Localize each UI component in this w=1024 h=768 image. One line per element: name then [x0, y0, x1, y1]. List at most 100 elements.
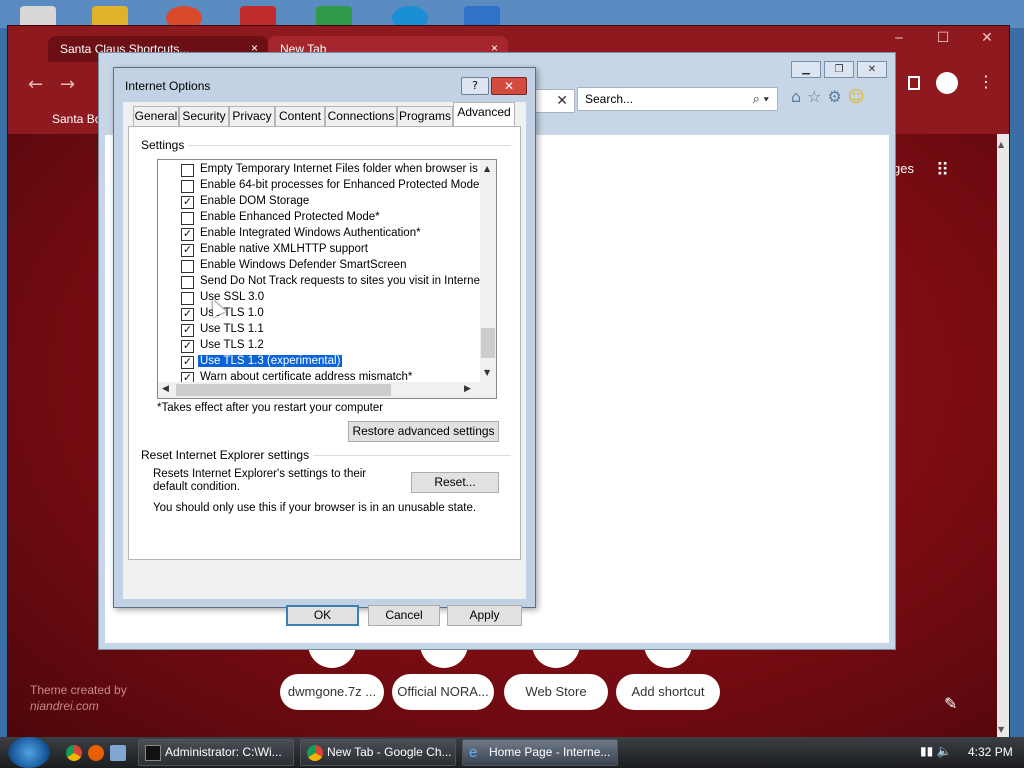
setting-checkbox[interactable]: ✓	[181, 196, 194, 209]
favorites-star-icon[interactable]: ☆	[807, 87, 827, 106]
setting-checkbox[interactable]	[181, 212, 194, 225]
minimize-button[interactable]: ▁	[791, 61, 821, 78]
home-icon[interactable]: ⌂	[791, 87, 807, 106]
taskbar-item-chrome[interactable]: New Tab - Google Ch...	[300, 739, 456, 766]
scroll-up-arrow-icon[interactable]: ▲	[998, 140, 1004, 149]
apply-button[interactable]: Apply	[447, 605, 522, 626]
forward-arrow-icon[interactable]: →	[60, 74, 75, 95]
taskbar: Administrator: C:\Wi... New Tab - Google…	[0, 737, 1024, 768]
theme-credit-author[interactable]: niandrei.com	[30, 698, 127, 714]
minimize-button[interactable]: ‒	[877, 30, 921, 46]
profile-avatar[interactable]	[936, 72, 958, 94]
address-clear-button[interactable]: ✕	[535, 89, 575, 113]
setting-row[interactable]: Enable 64-bit processes for Enhanced Pro…	[158, 178, 480, 194]
apps-grid-icon[interactable]: ⠿	[936, 160, 949, 181]
show-desktop-icon[interactable]	[110, 745, 126, 761]
scroll-right-arrow-icon[interactable]: ▶	[464, 384, 471, 394]
scroll-left-arrow-icon[interactable]: ◀	[162, 384, 169, 394]
pencil-icon[interactable]: ✎	[944, 694, 957, 713]
scroll-down-arrow-icon[interactable]: ▼	[484, 368, 490, 377]
reset-button[interactable]: Reset...	[411, 472, 499, 493]
setting-checkbox[interactable]	[181, 276, 194, 289]
setting-row[interactable]: ✓ Use TLS 1.3 (experimental)	[158, 354, 480, 370]
firefox-icon[interactable]	[88, 745, 104, 761]
setting-row[interactable]: ✓ Enable Integrated Windows Authenticatio…	[158, 226, 480, 242]
tab-general[interactable]: General	[133, 106, 179, 126]
setting-row[interactable]: Send Do Not Track requests to sites you …	[158, 274, 480, 290]
advanced-panel: Settings Empty Temporary Internet Files …	[128, 126, 521, 560]
search-input[interactable]: Search... ⌕ ▾	[577, 87, 778, 111]
tab-programs[interactable]: Programs	[397, 106, 453, 126]
ie-toolbar-icons: ⌂☆⚙☺	[791, 87, 871, 106]
setting-checkbox[interactable]: ✓	[181, 324, 194, 337]
setting-row[interactable]: Enable Enhanced Protected Mode*	[158, 210, 480, 226]
system-tray[interactable]: ▮▮ 🔈	[920, 744, 952, 758]
theme-credit: Theme created by niandrei.com	[30, 682, 127, 714]
chrome-icon[interactable]	[66, 745, 82, 761]
setting-row[interactable]: ✓ Enable DOM Storage	[158, 194, 480, 210]
setting-label: Use TLS 1.2	[200, 339, 264, 351]
shortcut-dwmgone[interactable]: dwmgone.7z ...	[280, 674, 384, 710]
setting-checkbox[interactable]: ✓	[181, 356, 194, 369]
setting-checkbox[interactable]	[181, 292, 194, 305]
cancel-button[interactable]: Cancel	[368, 605, 440, 626]
setting-checkbox[interactable]	[181, 180, 194, 193]
close-button[interactable]: ✕	[491, 77, 527, 95]
shortcut-web-store[interactable]: Web Store	[504, 674, 608, 710]
close-window-button[interactable]: ✕	[857, 61, 887, 78]
scrollbar-thumb[interactable]	[481, 328, 495, 358]
tab-privacy[interactable]: Privacy	[229, 106, 275, 126]
setting-label: Empty Temporary Internet Files folder wh…	[200, 163, 480, 175]
setting-row[interactable]: Empty Temporary Internet Files folder wh…	[158, 162, 480, 178]
scrollbar-thumb[interactable]	[176, 384, 391, 396]
maximize-button[interactable]: ☐	[921, 30, 965, 46]
setting-checkbox[interactable]: ✓	[181, 228, 194, 241]
shortcut-official-nora[interactable]: Official NORA...	[392, 674, 494, 710]
setting-row[interactable]: ✓ Use TLS 1.0	[158, 306, 480, 322]
start-button[interactable]	[8, 737, 50, 768]
maximize-button[interactable]: ❐	[824, 61, 854, 78]
setting-row[interactable]: Enable Windows Defender SmartScreen	[158, 258, 480, 274]
scroll-down-arrow-icon[interactable]: ▼	[998, 725, 1004, 734]
gear-icon[interactable]: ⚙	[828, 87, 848, 106]
images-link[interactable]: ges	[893, 161, 914, 176]
setting-row[interactable]: ✓ Enable native XMLHTTP support	[158, 242, 480, 258]
clock[interactable]: 4:32 PM	[968, 745, 1013, 759]
tab-content[interactable]: Content	[275, 106, 325, 126]
restore-advanced-settings-button[interactable]: Restore advanced settings	[348, 421, 499, 442]
setting-checkbox[interactable]: ✓	[181, 308, 194, 321]
internet-explorer-icon: e	[469, 744, 478, 761]
setting-row[interactable]: ✓ Use TLS 1.1	[158, 322, 480, 338]
menu-kebab-icon[interactable]: ⋮	[978, 72, 994, 91]
ok-button[interactable]: OK	[286, 605, 359, 626]
setting-checkbox[interactable]	[181, 260, 194, 273]
settings-group-label: Settings	[141, 138, 189, 152]
setting-checkbox[interactable]: ✓	[181, 340, 194, 353]
setting-checkbox[interactable]	[181, 164, 194, 177]
setting-label: Use TLS 1.1	[200, 323, 264, 335]
setting-label: Enable Enhanced Protected Mode*	[200, 211, 380, 223]
settings-horizontal-scrollbar[interactable]: ◀ ▶	[158, 382, 480, 398]
help-button[interactable]: ?	[461, 77, 489, 95]
smiley-feedback-icon[interactable]: ☺	[848, 87, 871, 106]
taskbar-item-cmd[interactable]: Administrator: C:\Wi...	[138, 739, 294, 766]
setting-row[interactable]: ✓ Use TLS 1.2	[158, 338, 480, 354]
setting-label: Enable Windows Defender SmartScreen	[200, 259, 407, 271]
back-arrow-icon[interactable]: ←	[28, 74, 43, 95]
tab-advanced[interactable]: Advanced	[453, 102, 515, 126]
tab-security[interactable]: Security	[179, 106, 229, 126]
volume-icon[interactable]: 🔈	[937, 744, 952, 758]
setting-checkbox[interactable]: ✓	[181, 244, 194, 257]
search-icon[interactable]: ⌕ ▾	[753, 91, 769, 107]
taskbar-item-ie[interactable]: e Home Page - Interne...	[462, 739, 618, 766]
tab-connections[interactable]: Connections	[325, 106, 397, 126]
network-icon[interactable]: ▮▮	[920, 744, 933, 758]
extensions-icon[interactable]	[908, 76, 920, 90]
chrome-page-scrollbar[interactable]: ▲ ▼	[997, 134, 1009, 738]
shortcut-add[interactable]: Add shortcut	[616, 674, 720, 710]
close-window-button[interactable]: ✕	[965, 30, 1009, 46]
settings-list[interactable]: Empty Temporary Internet Files folder wh…	[157, 159, 497, 399]
setting-label: Enable DOM Storage	[200, 195, 310, 207]
scroll-up-arrow-icon[interactable]: ▲	[484, 164, 490, 173]
settings-vertical-scrollbar[interactable]: ▲ ▼	[480, 160, 496, 382]
